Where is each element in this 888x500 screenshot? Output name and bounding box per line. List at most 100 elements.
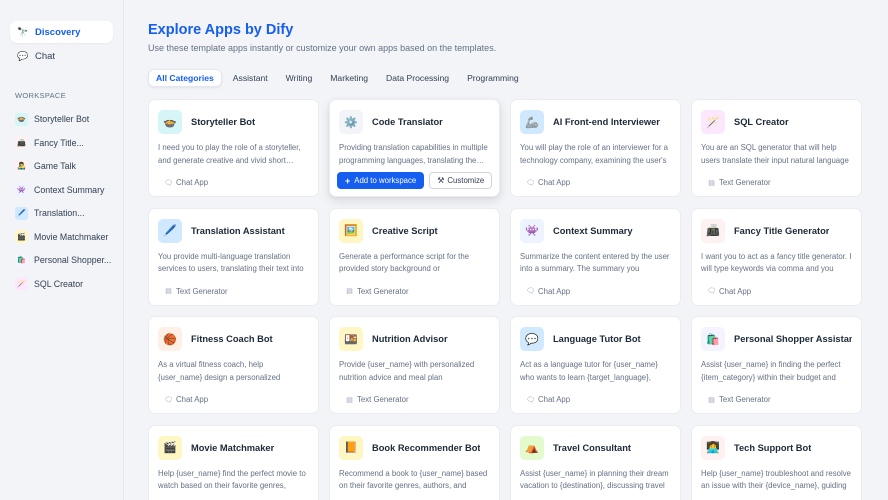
app-card-name: Travel Consultant — [553, 442, 632, 453]
add-to-workspace-label: Add to workspace — [354, 176, 417, 185]
app-type-label: Text Generator — [176, 286, 228, 296]
app-type-label: Text Generator — [719, 395, 771, 404]
add-to-workspace-button[interactable]: + Add to workspace — [337, 172, 425, 189]
app-card-fancy-title-generator[interactable]: 📠 Fancy Title Generator I want you to act … — [691, 207, 862, 306]
chat-app-icon: 🗨 — [526, 396, 535, 404]
app-card-header: 👩‍💻 Tech Support Bot — [701, 435, 852, 460]
workspace-item-translation[interactable]: 🖊️ Translation... — [10, 202, 113, 224]
app-card-header: 🍱 Nutrition Advisor — [339, 327, 490, 351]
app-card-header: 🖊️ Translation Assistant — [158, 218, 309, 243]
workspace-item-label: SQL Creator — [34, 278, 84, 289]
customize-label: Customize — [447, 176, 485, 185]
app-card-personal-shopper-assistant[interactable]: 🛍️ Personal Shopper Assistant Assist {user… — [691, 316, 862, 414]
app-card-description: You are an SQL generator that will help … — [701, 143, 849, 165]
app-card-movie-matchmaker[interactable]: 🎬 Movie Matchmaker Help {user_name} find t… — [148, 424, 319, 500]
workspace-item-personal-shopper[interactable]: 🛍️ Personal Shopper... — [10, 249, 113, 271]
tab-marketing[interactable]: Marketing — [323, 69, 375, 87]
page-title: Explore Apps by Dify — [148, 22, 294, 38]
app-emoji-icon: ⚙️ — [339, 110, 363, 134]
app-emoji-icon: 🛍️ — [701, 327, 725, 351]
app-emoji-icon: 📙 — [339, 435, 363, 460]
workspace-item-fancy-title[interactable]: 📠 Fancy Title... — [10, 132, 113, 154]
workspace-item-sql-creator[interactable]: 🪄 SQL Creator — [10, 273, 113, 295]
app-type-badge: 🗨 Chat App — [164, 395, 208, 404]
workspace-item-context-summary[interactable]: 👾 Context Summary — [10, 179, 113, 201]
app-type-label: Chat App — [538, 286, 571, 296]
chat-app-icon: 🗨 — [164, 179, 173, 187]
app-type-label: Chat App — [719, 286, 752, 296]
text-generator-icon: ▤ — [346, 288, 353, 295]
app-emoji-icon: 📠 — [701, 218, 725, 243]
app-emoji-icon: 🦾 — [520, 110, 544, 134]
app-card-sql-creator[interactable]: 🪄 SQL Creator You are an SQL generator tha… — [691, 99, 862, 197]
app-card-translation-assistant[interactable]: 🖊️ Translation Assistant You provide multi… — [148, 207, 319, 306]
app-card-description: You provide multi-language translation s… — [158, 251, 304, 274]
app-emoji-icon: 🖊️ — [15, 206, 28, 220]
app-type-badge: 🗨 Chat App — [164, 178, 208, 187]
chat-app-icon: 🗨 — [526, 288, 535, 295]
tab-data-processing[interactable]: Data Processing — [379, 69, 456, 87]
app-type-badge: ▤ Text Generator — [707, 395, 771, 404]
app-card-name: Personal Shopper Assistant — [734, 334, 852, 344]
app-card-name: Tech Support Bot — [734, 442, 812, 453]
app-card-header: 👾 Context Summary — [520, 218, 671, 243]
app-emoji-icon: 🍲 — [158, 110, 182, 134]
app-card-description: Summarize the content entered by the use… — [520, 251, 670, 274]
app-card-language-tutor-bot[interactable]: 💬 Language Tutor Bot Act as a language tut… — [510, 316, 681, 414]
app-card-name: Context Summary — [553, 225, 633, 236]
app-card-ai-front-end-interviewer[interactable]: 🦾 AI Front-end Interviewer You will play t… — [510, 99, 681, 197]
chat-app-icon: 🗨 — [164, 396, 173, 404]
app-card-header: 🏀 Fitness Coach Bot — [158, 327, 309, 351]
app-card-storyteller-bot[interactable]: 🍲 Storyteller Bot I need you to play the r… — [148, 99, 319, 197]
app-emoji-icon: 🛍️ — [15, 253, 28, 267]
workspace-item-game-talk[interactable]: 👨‍🎤 Game Talk — [10, 155, 113, 177]
app-card-description: As a virtual fitness coach, help {user_n… — [158, 360, 281, 382]
customize-button[interactable]: ⚒ Customize — [429, 172, 493, 189]
app-card-header: 🦾 AI Front-end Interviewer — [520, 110, 671, 134]
tab-all-categories[interactable]: All Categories — [148, 69, 222, 87]
explore-main: Explore Apps by Dify Use these template … — [124, 0, 888, 500]
app-card-description: Help {user_name} troubleshoot and resolv… — [701, 468, 851, 491]
app-emoji-icon: 🪄 — [701, 110, 725, 134]
workspace-item-storyteller-bot[interactable]: 🍲 Storyteller Bot — [10, 108, 113, 130]
app-type-badge: ▤ Text Generator — [707, 178, 770, 187]
app-card-header: 🎬 Movie Matchmaker — [158, 435, 309, 460]
app-card-context-summary[interactable]: 👾 Context Summary Summarize the content en… — [510, 207, 681, 306]
app-emoji-icon: 🎬 — [158, 435, 182, 460]
workspace-item-label: Game Talk — [34, 161, 76, 171]
sidebar-nav-discovery[interactable]: 🔭 Discovery — [10, 21, 113, 43]
app-emoji-icon: 👾 — [15, 183, 28, 196]
app-card-header: 🍲 Storyteller Bot — [158, 110, 309, 134]
app-card-nutrition-advisor[interactable]: 🍱 Nutrition Advisor Provide {user_name} wi… — [329, 316, 500, 414]
sidebar-nav: 🔭 Discovery 💬 Chat — [10, 21, 113, 67]
app-card-travel-consultant[interactable]: ⛺ Travel Consultant Assist {user_name} in … — [510, 424, 681, 500]
app-card-creative-script[interactable]: 🖼️ Creative Script Generate a performance … — [329, 207, 500, 306]
tab-writing[interactable]: Writing — [279, 69, 320, 87]
sidebar-nav-chat[interactable]: 💬 Chat — [10, 45, 113, 67]
app-emoji-icon: 👨‍🎤 — [15, 159, 28, 173]
app-card-code-translator[interactable]: ⚙️ Code Translator Providing translation c… — [329, 99, 500, 197]
tab-assistant[interactable]: Assistant — [226, 69, 275, 87]
workspace-item-movie-matchmaker[interactable]: 🎬 Movie Matchmaker — [10, 226, 113, 248]
app-emoji-icon: 🍱 — [339, 327, 363, 351]
app-card-name: Language Tutor Bot — [553, 334, 641, 344]
app-card-book-recommender-bot[interactable]: 📙 Book Recommender Bot Recommend a book to… — [329, 424, 500, 500]
app-emoji-icon: 🏀 — [158, 327, 182, 351]
app-card-description: Assist {user_name} in planning their dre… — [520, 468, 669, 491]
app-card-description: I want you to act as a fancy title gener… — [701, 251, 852, 274]
app-card-fitness-coach-bot[interactable]: 🏀 Fitness Coach Bot As a virtual fitness c… — [148, 316, 319, 414]
app-card-tech-support-bot[interactable]: 👩‍💻 Tech Support Bot Help {user_name} trou… — [691, 424, 862, 500]
workspace-item-label: Personal Shopper... — [34, 255, 112, 265]
customize-icon: ⚒ — [437, 176, 445, 185]
app-emoji-icon: 🖊️ — [158, 218, 182, 243]
text-generator-icon: ▤ — [346, 396, 353, 404]
app-card-header: 🪄 SQL Creator — [701, 110, 852, 134]
app-card-header: ⛺ Travel Consultant — [520, 435, 671, 460]
app-card-name: SQL Creator — [734, 117, 789, 127]
app-card-description: Provide {user_name} with personalized nu… — [339, 360, 475, 382]
app-card-name: Translation Assistant — [191, 225, 285, 236]
tab-programming[interactable]: Programming — [460, 69, 526, 87]
app-emoji-icon: 👩‍💻 — [701, 435, 725, 460]
app-card-header: 💬 Language Tutor Bot — [520, 327, 671, 351]
app-type-label: Text Generator — [357, 395, 409, 404]
